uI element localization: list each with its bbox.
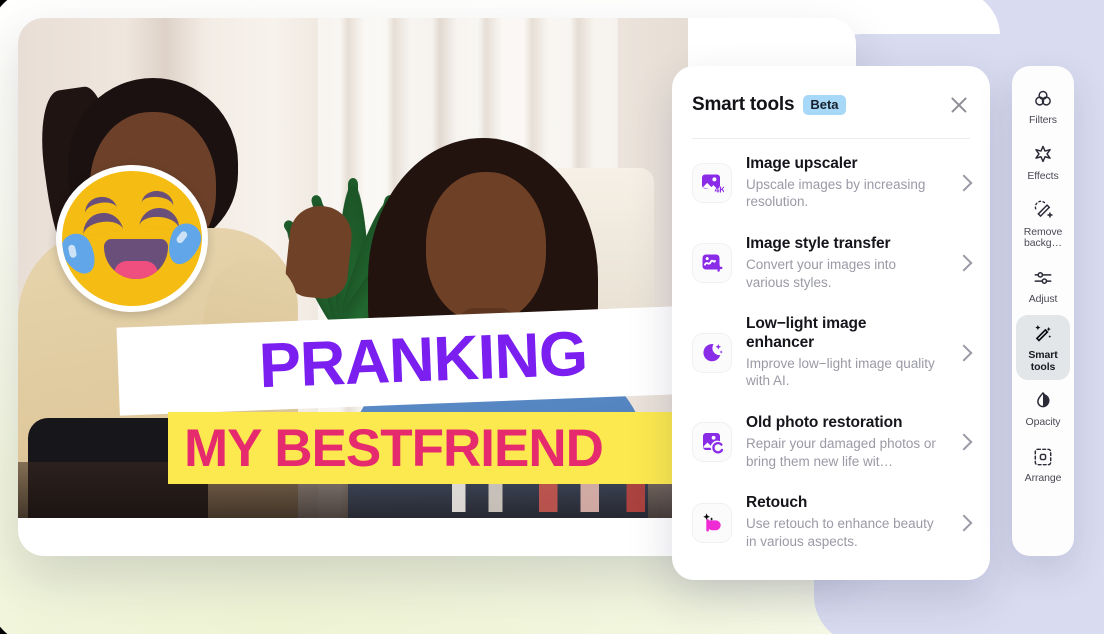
chevron-right-icon[interactable] <box>955 344 973 362</box>
toolbar-item-arrange[interactable]: Arrange <box>1016 438 1070 492</box>
chevron-right-icon[interactable] <box>955 433 973 451</box>
tool-name: Image style transfer <box>746 235 891 253</box>
tool-name: Image upscaler <box>746 155 858 172</box>
magic-wand-icon <box>1032 323 1054 345</box>
toolbar-item-label: Effects <box>1027 169 1059 182</box>
effects-star-icon <box>1032 144 1054 166</box>
tool-item[interactable]: Old photo restoration Repair your damaged… <box>682 402 980 482</box>
tool-name: Low−light image enhancer <box>746 315 867 352</box>
sliders-icon <box>1032 267 1054 289</box>
tool-text: Image upscaler Upscale images by increasi… <box>746 155 938 211</box>
toolbar-item-label: Adjust <box>1028 293 1058 305</box>
tool-item[interactable]: Low−light image enhancer Improve low−ligh… <box>682 303 980 402</box>
tool-text: Old photo restoration Repair your damaged… <box>746 414 938 470</box>
tool-item[interactable]: 4K Image upscaler Upscale images by increa… <box>682 143 980 223</box>
toolbar-item-smart-tools[interactable]: Smart tools <box>1016 314 1070 381</box>
opacity-droplet-icon <box>1032 390 1054 412</box>
tool-name: Old photo restoration <box>746 414 903 432</box>
tool-description: Improve low−light image quality with AI. <box>746 355 935 389</box>
tool-name: Retouch <box>746 494 808 512</box>
toolbar-item-label: Smart tools <box>1028 348 1058 373</box>
toolbar-item-label: Filters <box>1029 114 1057 126</box>
panel-header: Smart tools Beta <box>672 66 990 124</box>
caption-text-bottom: MY BESTFRIEND <box>184 418 604 478</box>
tool-description: Convert your images into various styles. <box>746 256 897 290</box>
toolbar-item-effects[interactable]: Effects <box>1016 136 1070 190</box>
laughing-crying-emoji-icon[interactable] <box>56 165 208 312</box>
toolbar-item-filters[interactable]: Filters <box>1016 80 1070 134</box>
caption-text-top: PRANKING <box>257 318 589 402</box>
toolbar-item-label: Opacity <box>1025 416 1061 429</box>
toolbar-item-label: Remove backg… <box>1023 225 1063 250</box>
beta-badge: Beta <box>803 95 846 115</box>
toolbar-item-adjust[interactable]: Adjust <box>1016 259 1070 313</box>
tool-description: Use retouch to enhance beauty in various… <box>746 516 934 549</box>
chevron-right-icon[interactable] <box>955 254 973 272</box>
chevron-right-icon[interactable] <box>955 514 973 532</box>
image-upscaler-4k-icon: 4K <box>692 163 732 204</box>
tool-description: Upscale images by increasing resolution. <box>746 176 926 210</box>
retouch-sparkle-icon <box>692 502 732 543</box>
tool-item[interactable]: Image style transfer Convert your images … <box>682 223 980 303</box>
tool-text: Low−light image enhancer Improve low−ligh… <box>746 315 938 390</box>
filters-circles-icon <box>1032 88 1054 110</box>
tool-text: Image style transfer Convert your images … <box>746 235 938 291</box>
svg-text:4K: 4K <box>715 185 724 195</box>
right-toolbar: Filters Effects Remove backg… Adjust Smart t… <box>1012 66 1074 556</box>
chevron-right-icon[interactable] <box>955 174 973 192</box>
image-style-transfer-icon <box>692 243 732 284</box>
old-photo-restoration-icon <box>692 422 732 463</box>
tool-text: Retouch Use retouch to enhance beauty in … <box>746 494 938 550</box>
toolbar-item-remove-backg[interactable]: Remove backg… <box>1016 192 1070 258</box>
toolbar-item-opacity[interactable]: Opacity <box>1016 382 1070 436</box>
smart-tools-list: 4K Image upscaler Upscale images by increa… <box>672 139 990 580</box>
smart-tools-panel: Smart tools Beta 4K Image upscaler Upscale… <box>672 66 990 580</box>
toolbar-item-label: Arrange <box>1024 472 1062 484</box>
low-light-moon-icon <box>692 332 732 373</box>
tool-item[interactable]: Retouch Use retouch to enhance beauty in … <box>682 482 980 562</box>
magic-wand-dashed-icon <box>1032 200 1054 222</box>
panel-title: Smart tools <box>692 94 795 115</box>
close-icon[interactable] <box>948 94 970 116</box>
arrange-frame-icon <box>1032 446 1054 468</box>
app-canvas: PRANKING MY BESTFRIEND Smart tools Beta … <box>0 0 1104 634</box>
tool-description: Repair your damaged photos or bring them… <box>746 435 936 469</box>
